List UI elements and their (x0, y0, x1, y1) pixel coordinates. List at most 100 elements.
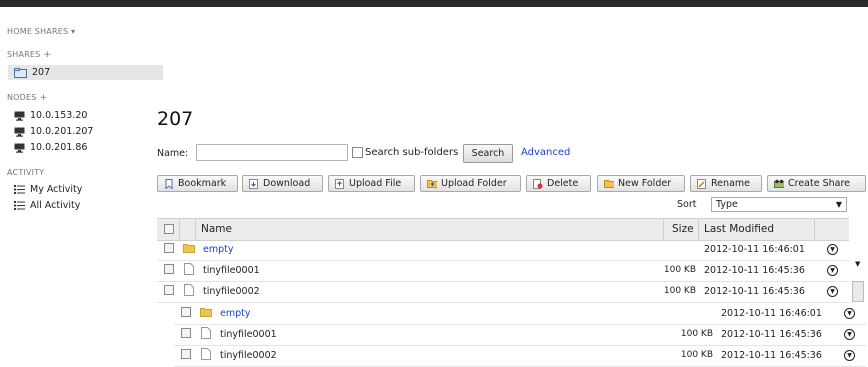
table-row[interactable]: tinyfile0001 100 KB 2012-10-11 16:45:36 … (174, 324, 866, 346)
table-row[interactable]: empty 2012-10-11 16:46:01 ▼ (174, 303, 866, 325)
file-name-link[interactable]: empty (203, 244, 233, 255)
name-column-header[interactable]: Name (201, 223, 232, 235)
file-icon (184, 263, 194, 278)
file-name-link[interactable]: empty (220, 308, 250, 319)
column-separator (698, 219, 699, 240)
new-folder-button[interactable]: New Folder (597, 175, 685, 192)
share-label: 207 (32, 67, 51, 78)
sidebar-all-activity[interactable]: All Activity (8, 198, 80, 213)
column-separator (179, 219, 180, 240)
create-share-button[interactable]: Create Share (767, 175, 866, 192)
home-shares-menu[interactable]: HOME SHARES ▾ (7, 27, 75, 36)
row-menu-icon[interactable]: ▼ (827, 244, 838, 255)
home-shares-label: HOME SHARES (7, 27, 69, 36)
search-subfolders-label: Search sub-folders (365, 147, 459, 158)
row-checkbox[interactable] (164, 243, 174, 253)
last-modified-cell: 2012-10-11 16:45:36 (704, 286, 805, 297)
table-row[interactable]: tinyfile0002 100 KB 2012-10-11 16:45:36 … (157, 281, 849, 303)
search-subfolders-checkbox[interactable] (352, 147, 363, 158)
sidebar-node-1[interactable]: 10.0.153.20 (8, 108, 87, 123)
size-cell: 100 KB (663, 265, 696, 275)
activity-label: All Activity (30, 200, 81, 211)
node-label: 10.0.201.86 (30, 142, 88, 153)
last-modified-cell: 2012-10-11 16:45:36 (721, 350, 822, 361)
row-menu-icon[interactable]: ▼ (844, 350, 855, 361)
sidebar-node-3[interactable]: 10.0.201.86 (8, 140, 87, 155)
file-icon (201, 327, 211, 342)
create-share-label: Create Share (788, 178, 851, 189)
column-separator (663, 219, 664, 240)
scroll-arrow-icon[interactable]: ▼ (855, 260, 860, 268)
list-icon (14, 201, 25, 210)
nodes-header-label: NODES (7, 93, 37, 102)
sidebar-my-activity[interactable]: My Activity (8, 182, 82, 197)
sort-select[interactable]: Type ▼ (711, 197, 847, 212)
table-row[interactable]: tinyfile0001 100 KB 2012-10-11 16:45:36 … (157, 260, 849, 282)
table-row[interactable]: tinyfile0002 100 KB 2012-10-11 16:45:36 … (174, 345, 866, 367)
create-share-icon (774, 179, 784, 189)
size-cell: 100 KB (680, 350, 713, 360)
rename-label: Rename (711, 178, 750, 189)
delete-button[interactable]: Delete (526, 175, 591, 192)
row-checkbox[interactable] (181, 349, 191, 359)
dropdown-arrow-icon: ▼ (835, 200, 842, 209)
row-checkbox[interactable] (164, 264, 174, 274)
download-button[interactable]: Download (242, 175, 323, 192)
row-menu-icon[interactable]: ▼ (844, 329, 855, 340)
upload-folder-label: Upload Folder (441, 178, 507, 189)
file-icon (201, 348, 211, 363)
select-all-checkbox[interactable] (164, 224, 174, 234)
shares-header: SHARES + (7, 50, 51, 60)
size-column-header[interactable]: Size (672, 223, 694, 235)
upload-file-button[interactable]: Upload File (328, 175, 415, 192)
top-bar (0, 0, 868, 7)
monitor-icon (14, 111, 25, 121)
row-menu-icon[interactable]: ▼ (827, 265, 838, 276)
sort-value: Type (716, 199, 738, 210)
last-modified-cell: 2012-10-11 16:45:36 (721, 329, 822, 340)
name-search-input[interactable] (196, 144, 348, 161)
last-modified-cell: 2012-10-11 16:45:36 (704, 265, 805, 276)
upload-folder-icon (427, 179, 437, 189)
upload-file-label: Upload File (349, 178, 402, 189)
sort-label: Sort (677, 199, 697, 210)
new-folder-icon (604, 179, 614, 189)
row-checkbox[interactable] (164, 285, 174, 295)
row-menu-icon[interactable]: ▼ (844, 308, 855, 319)
file-name[interactable]: tinyfile0001 (203, 265, 260, 276)
column-separator (195, 219, 196, 240)
advanced-link[interactable]: Advanced (521, 147, 570, 158)
shares-header-label: SHARES (7, 50, 41, 59)
row-menu-icon[interactable]: ▼ (827, 286, 838, 297)
file-icon (184, 284, 194, 299)
add-share-icon[interactable]: + (43, 50, 51, 60)
folder-icon (200, 307, 212, 320)
add-node-icon[interactable]: + (40, 93, 48, 103)
size-cell: 100 KB (680, 329, 713, 339)
last-modified-cell: 2012-10-11 16:46:01 (704, 244, 805, 255)
table-row[interactable]: empty 2012-10-11 16:46:01 ▼ (157, 239, 849, 261)
folder-icon (14, 67, 27, 78)
bookmark-button[interactable]: Bookmark (157, 175, 238, 192)
activity-header: ACTIVITY (7, 168, 45, 177)
delete-label: Delete (547, 178, 579, 189)
folder-icon (183, 243, 195, 256)
rename-button[interactable]: Rename (690, 175, 762, 192)
caret-down-icon: ▾ (71, 27, 76, 36)
page-title: 207 (157, 108, 194, 130)
upload-folder-button[interactable]: Upload Folder (420, 175, 521, 192)
row-checkbox[interactable] (181, 307, 191, 317)
file-name[interactable]: tinyfile0002 (203, 286, 260, 297)
sidebar-share-207[interactable]: 207 (8, 65, 163, 80)
search-button[interactable]: Search (463, 144, 513, 163)
row-checkbox[interactable] (181, 328, 191, 338)
name-label: Name: (157, 148, 189, 159)
new-folder-label: New Folder (618, 178, 672, 189)
scrollbar-thumb[interactable] (852, 281, 864, 302)
file-name[interactable]: tinyfile0002 (220, 350, 277, 361)
activity-label: My Activity (30, 184, 83, 195)
sidebar-node-2[interactable]: 10.0.201.207 (8, 124, 93, 139)
file-name[interactable]: tinyfile0001 (220, 329, 277, 340)
delete-icon (533, 178, 543, 189)
last-modified-column-header[interactable]: Last Modified (704, 223, 774, 235)
